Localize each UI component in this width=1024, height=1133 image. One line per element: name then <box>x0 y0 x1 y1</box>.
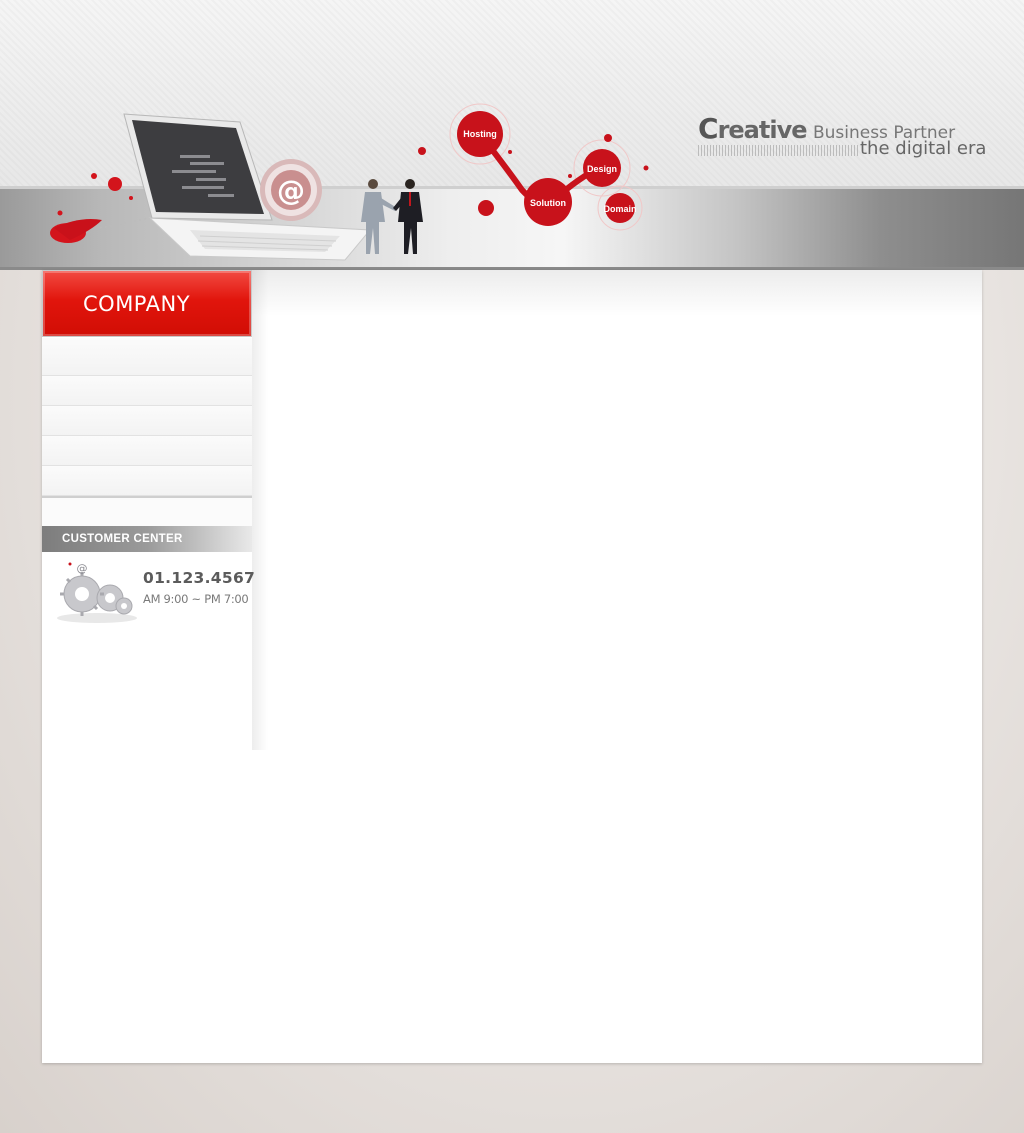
section-title: COMPANY <box>83 292 191 316</box>
solution-label: Solution <box>530 198 566 208</box>
slogan: Creative Business Partner the digital er… <box>698 112 988 172</box>
slogan-word: reative <box>717 116 808 144</box>
slogan-fine-print <box>698 145 858 156</box>
sidebar-menu-item[interactable] <box>42 338 252 376</box>
section-title-banner: COMPANY <box>42 270 252 337</box>
sidebar-shadow <box>252 270 268 750</box>
sidebar-menu-item[interactable] <box>42 376 252 406</box>
customer-center-header: CUSTOMER CENTER <box>42 526 252 552</box>
customer-center-title: CUSTOMER CENTER <box>62 533 183 545</box>
customer-center-hours: AM 9:00 ~ PM 7:00 <box>143 592 249 606</box>
svg-text:@: @ <box>277 174 305 207</box>
hosting-label: Hosting <box>463 129 497 139</box>
gears-icon: @ <box>57 562 137 623</box>
header: @ Hosting Solution Design Domain Creativ… <box>0 0 1024 270</box>
design-label: Design <box>586 164 617 174</box>
slogan-initial: C <box>698 112 719 145</box>
sidebar-menu-item[interactable] <box>42 466 252 496</box>
menu-spacer <box>42 498 252 526</box>
sidebar-menu <box>42 338 252 526</box>
content-panel: COMPANY CUSTOMER CENTER @ 01.123.4567 AM… <box>42 270 982 1063</box>
slogan-tagline: the digital era <box>860 138 987 159</box>
customer-center-phone: 01.123.4567 <box>143 569 256 587</box>
sidebar-menu-item[interactable] <box>42 436 252 466</box>
at-sign-icon: @ <box>260 159 322 221</box>
sidebar-menu-item[interactable] <box>42 406 252 436</box>
domain-label: Domain <box>603 204 637 214</box>
svg-text:@: @ <box>77 562 88 575</box>
content-top-shade <box>252 270 982 316</box>
